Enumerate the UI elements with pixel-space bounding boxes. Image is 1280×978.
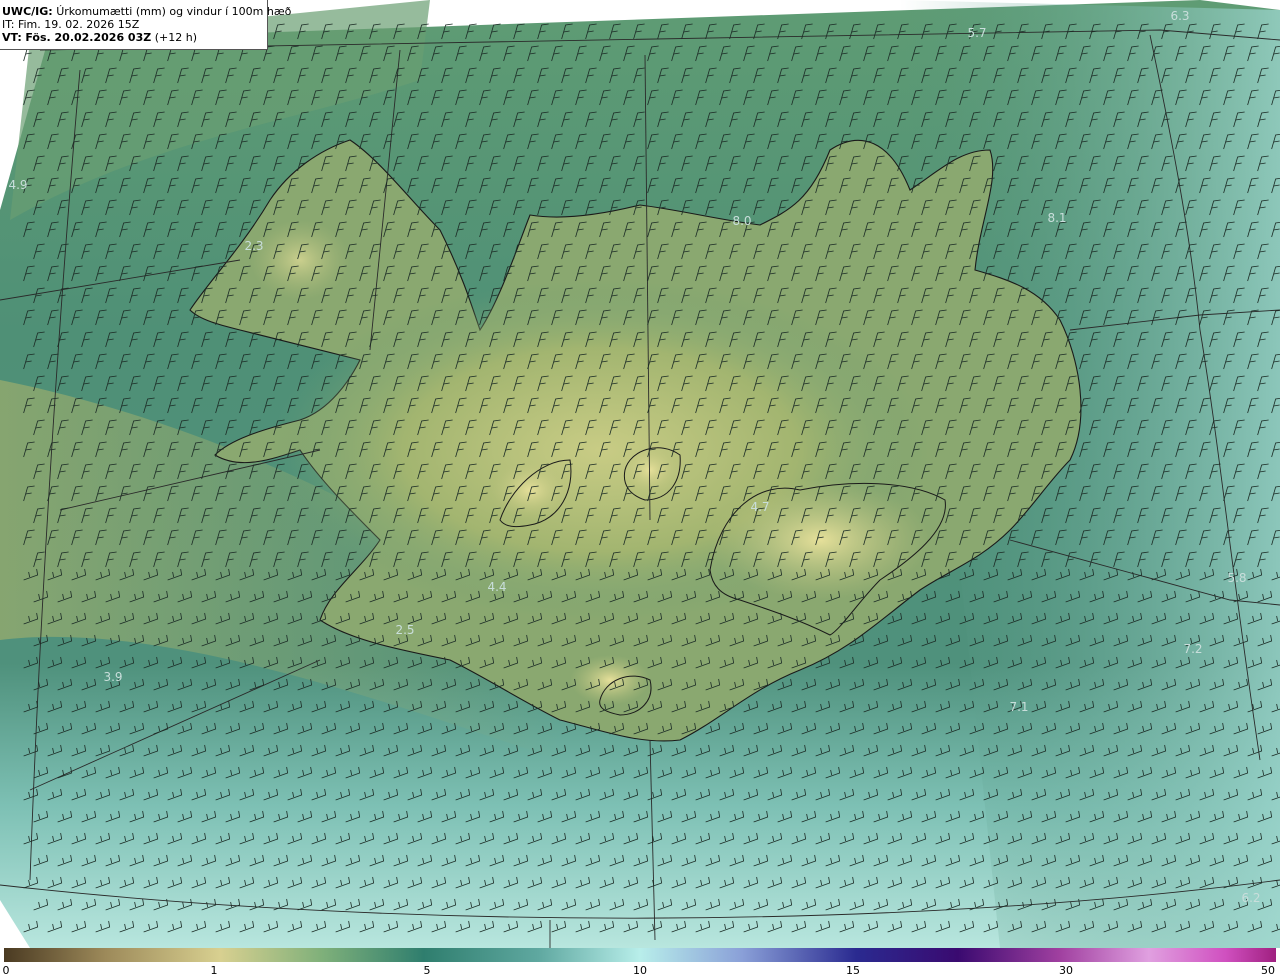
colorbar-tick-30: 30: [1059, 964, 1073, 977]
colorbar-tick-5: 5: [423, 964, 431, 977]
colorbar-tick-50: 50: [1261, 964, 1275, 977]
init-time: IT: Fim. 19. 02. 2026 15Z: [2, 18, 140, 31]
valid-time: Fös. 20.02.2026 03Z: [25, 31, 152, 44]
map-area: 5.7 6.3 4.9 4.4 2.5 3.9 5.8 7.2 7.1 6.2 8.0 8.1 4.7 2…: [0, 0, 1280, 948]
colorbar-legend: 0 1 5 10 15 30 50: [0, 948, 1280, 978]
map-info-box: UWC/IG: Úrkomumætti (mm) og vindur í 100…: [0, 0, 291, 50]
map-value-label: 4.9: [8, 178, 28, 192]
map-value-label: 7.1: [1009, 700, 1029, 714]
map-value-label: 8.0: [732, 214, 752, 228]
colorbar-tick-10: 10: [633, 964, 647, 977]
map-value-label: 4.4: [487, 580, 507, 594]
model-label: UWC/IG:: [2, 5, 53, 18]
map-value-label: 5.7: [967, 26, 987, 40]
map-value-label: 6.2: [1241, 891, 1261, 905]
product-title: Úrkomumætti (mm) og vindur í 100m hæð: [56, 5, 292, 18]
title-row: UWC/IG: Úrkomumætti (mm) og vindur í 100…: [2, 5, 291, 18]
colorbar-tick-0: 0: [2, 964, 10, 977]
colorbar: [4, 948, 1276, 962]
valid-time-row: VT: Fös. 20.02.2026 03Z (+12 h): [2, 31, 267, 44]
map-value-label: 4.7: [750, 500, 770, 514]
map-value-label: 3.9: [103, 670, 123, 684]
map-value-label: 2.3: [244, 239, 264, 253]
lead-time: (+12 h): [154, 31, 197, 44]
map-value-label: 2.5: [395, 623, 415, 637]
map-value-label: 6.3: [1170, 9, 1190, 23]
map-value-label: 8.1: [1047, 211, 1067, 225]
valid-label: VT:: [2, 31, 22, 44]
colorbar-tick-15: 15: [846, 964, 860, 977]
map-value-label: 7.2: [1183, 642, 1203, 656]
colorbar-tick-1: 1: [210, 964, 218, 977]
map-value-label: 5.8: [1227, 571, 1247, 585]
precipitation-wind-map: [0, 0, 1280, 948]
